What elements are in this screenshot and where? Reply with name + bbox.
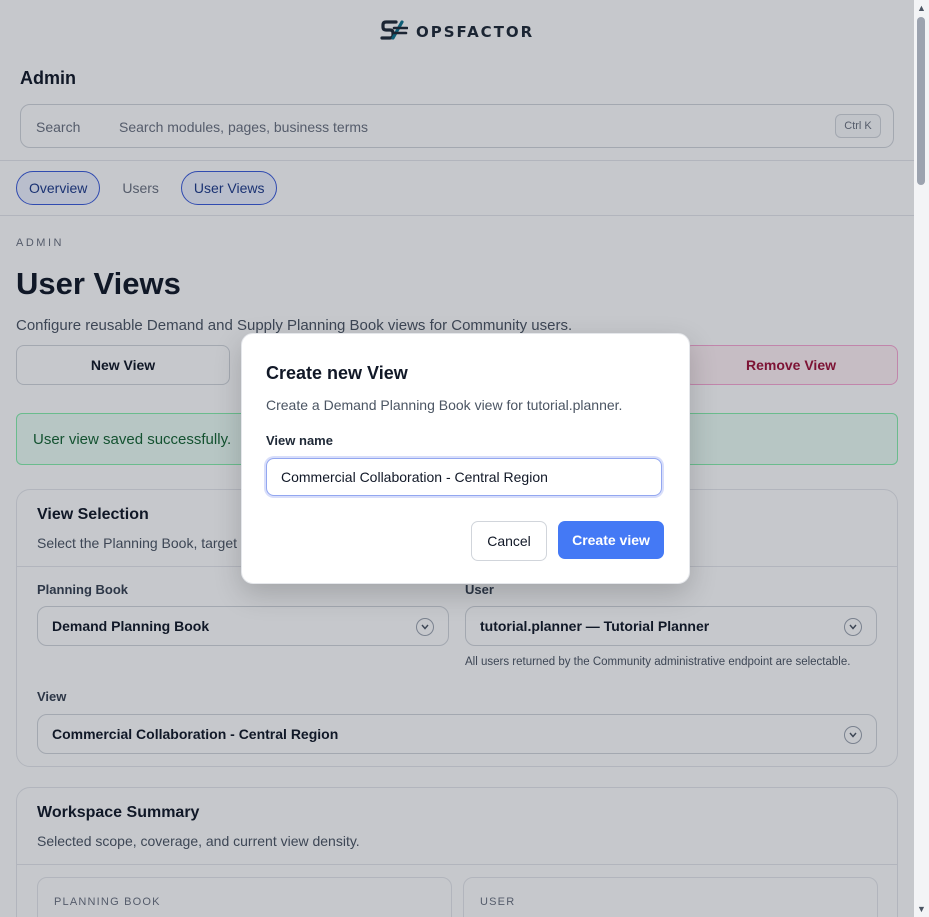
cancel-button[interactable]: Cancel (471, 521, 547, 561)
view-name-input[interactable] (266, 458, 662, 496)
dialog-description: Create a Demand Planning Book view for t… (266, 397, 623, 413)
scroll-up-icon[interactable]: ▲ (917, 3, 926, 13)
create-view-dialog: Create new View Create a Demand Planning… (241, 333, 690, 584)
dialog-title: Create new View (266, 363, 408, 383)
create-view-button[interactable]: Create view (558, 521, 664, 559)
vertical-scrollbar[interactable]: ▲ ▼ (914, 0, 929, 917)
page: OPSFACTOR Admin Search Ctrl K Overview U… (0, 0, 914, 917)
scroll-down-icon[interactable]: ▼ (917, 904, 926, 914)
scrollbar-thumb[interactable] (917, 17, 925, 185)
view-name-label: View name (266, 433, 333, 448)
